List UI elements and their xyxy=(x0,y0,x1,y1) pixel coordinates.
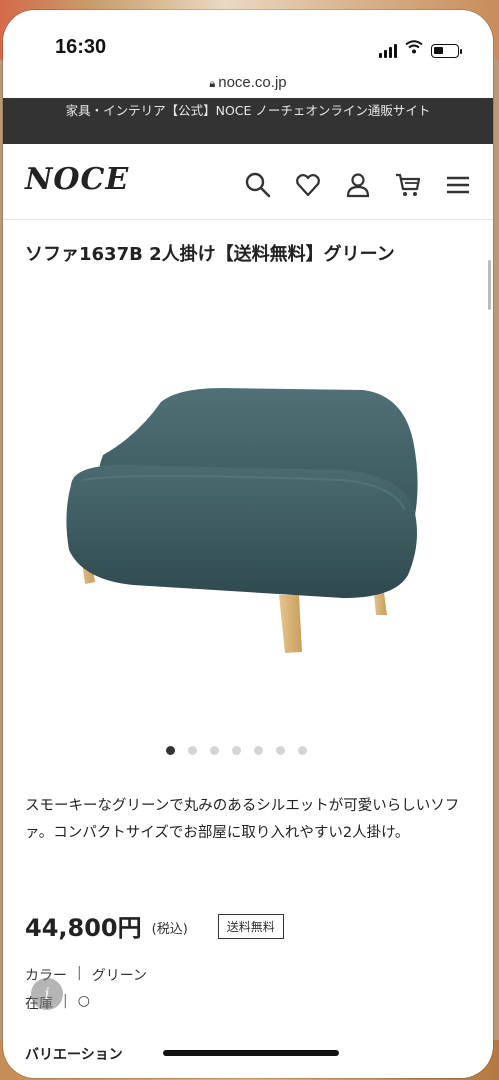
carousel-dot[interactable] xyxy=(166,746,175,755)
product-image-sofa[interactable] xyxy=(43,340,443,680)
color-value: グリーン xyxy=(91,968,148,984)
carousel-dot[interactable] xyxy=(188,746,197,755)
carousel-dot[interactable] xyxy=(276,746,285,755)
menu-icon[interactable] xyxy=(443,170,473,200)
status-bar: 16:30 xyxy=(3,10,493,72)
cart-icon[interactable] xyxy=(393,170,423,200)
variation-heading: バリエーション xyxy=(25,1047,123,1063)
carousel-dot[interactable] xyxy=(298,746,307,755)
divider: | xyxy=(63,993,68,1009)
wifi-icon xyxy=(405,39,423,58)
info-floating-button[interactable]: i xyxy=(31,978,63,1010)
image-carousel-dots xyxy=(166,746,307,755)
home-indicator[interactable] xyxy=(163,1050,339,1056)
phone-screen: 16:30 🔒︎ noce.co.jp 家具・インテリア【公式】NOCE ノーチェ… xyxy=(3,10,493,1078)
stock-value: ○ xyxy=(77,993,90,1009)
product-description: スモーキーなグリーンで丸みのあるシルエットが可愛いらしいソファ。コンパクトサイズ… xyxy=(25,798,460,841)
battery-icon xyxy=(431,44,462,58)
product-price: 44,800円 xyxy=(25,914,142,942)
site-logo[interactable]: NOCE xyxy=(25,162,129,197)
status-icons xyxy=(379,39,462,58)
favorite-heart-icon[interactable] xyxy=(293,170,323,200)
carousel-dot[interactable] xyxy=(232,746,241,755)
tax-note: (税込) xyxy=(151,922,188,937)
carousel-dot[interactable] xyxy=(254,746,263,755)
promo-banner[interactable]: 家具・インテリア【公式】NOCE ノーチェオンライン通販サイト xyxy=(3,98,493,144)
scroll-indicator xyxy=(488,260,491,310)
site-header: NOCE xyxy=(3,144,493,220)
price-row: 44,800円 (税込) 送料無料 xyxy=(25,908,284,943)
product-title: ソファ1637B 2人掛け【送料無料】グリーン xyxy=(25,244,395,265)
url-text: noce.co.jp xyxy=(218,74,287,91)
divider: | xyxy=(77,965,82,981)
header-icons xyxy=(243,170,473,200)
free-shipping-badge: 送料無料 xyxy=(217,914,284,939)
carousel-dot[interactable] xyxy=(210,746,219,755)
address-bar[interactable]: 🔒︎ noce.co.jp xyxy=(3,74,493,91)
lock-icon: 🔒︎ xyxy=(209,78,216,90)
search-icon[interactable] xyxy=(243,170,273,200)
status-time: 16:30 xyxy=(55,36,107,58)
account-icon[interactable] xyxy=(343,170,373,200)
signal-icon xyxy=(379,44,397,58)
